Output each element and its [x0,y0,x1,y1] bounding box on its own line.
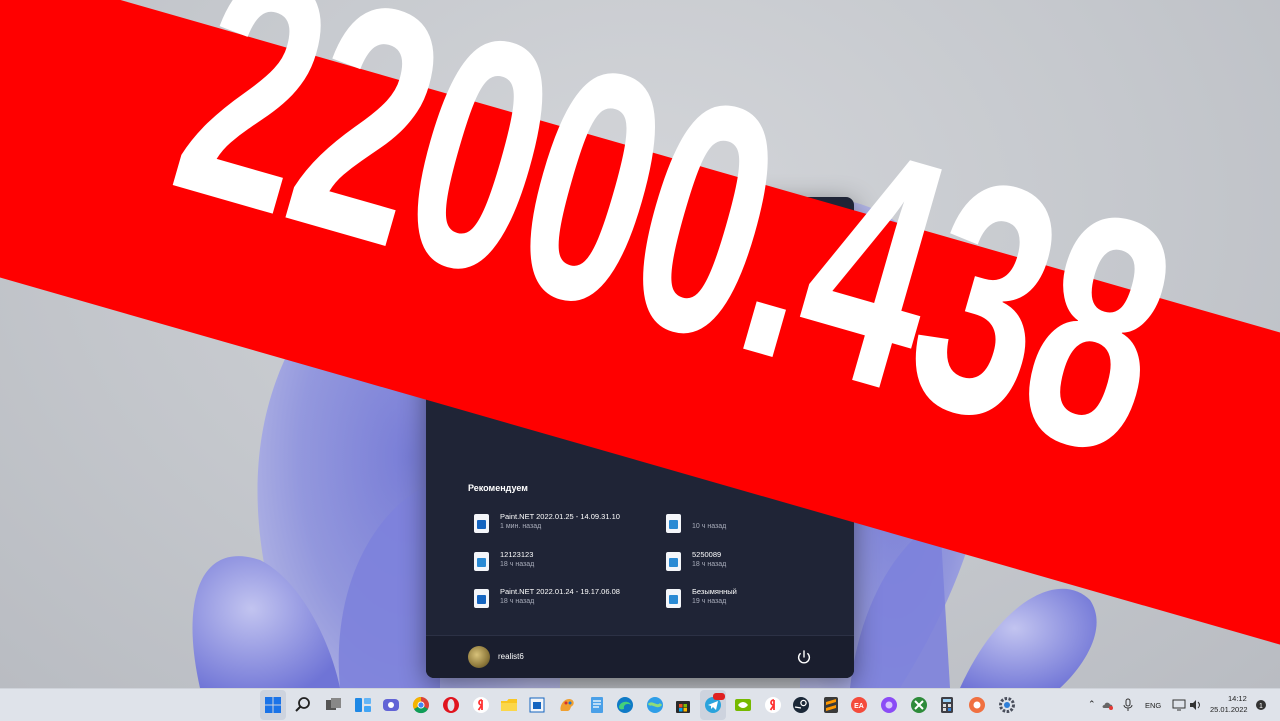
recommended-item-time: 10 ч назад [692,523,727,530]
svg-text:1: 1 [1259,703,1263,710]
clock-time[interactable]: 14:12 [1228,694,1247,703]
recommended-item-time: 18 ч назад [692,561,727,568]
taskbar: EA ⌃ ENG 14:12 25.01.2022 1 [0,688,1280,721]
nvidia-icon[interactable] [733,695,753,715]
recommended-item-time: 19 ч назад [692,598,727,605]
steam-icon[interactable] [791,695,811,715]
image-file-icon [666,552,681,571]
recommended-item-time: 1 мин. назад [500,523,542,530]
maps-icon[interactable] [645,695,665,715]
recommended-item-name: Paint.NET 2022.01.24 - 19.17.06.08 [500,587,620,596]
chevron-up-icon[interactable]: ⌃ [1088,699,1096,710]
recommended-item-name: 5250089 [692,550,722,559]
paint-net-icon[interactable] [527,695,547,715]
recommended-item[interactable]: 12123123 18 ч назад [470,549,650,577]
image-file-icon [666,589,681,608]
recommended-item-time: 18 ч назад [500,598,535,605]
telegram-badge [713,693,725,700]
recommended-item[interactable]: Paint.NET 2022.01.25 - 14.09.31.10 1 мин… [470,511,650,539]
volume-icon[interactable] [1188,698,1202,712]
start-menu-footer: realist6 [426,635,854,678]
sublime-icon[interactable] [821,695,841,715]
file-explorer-icon[interactable] [499,695,519,715]
recommended-title: Рекомендуем [468,483,528,493]
notepad-icon[interactable] [587,695,607,715]
paint-file-icon [474,589,489,608]
store-icon[interactable] [673,695,693,715]
search-icon[interactable] [293,695,313,715]
opera-icon[interactable] [441,695,461,715]
recommended-item[interactable]: 5250089 18 ч назад [662,549,842,577]
yandex-browser-icon[interactable] [763,695,783,715]
recommended-item-name: 12123123 [500,550,534,559]
recommended-item-name: Безымянный [692,587,737,596]
xbox-icon[interactable] [909,695,929,715]
microphone-icon[interactable] [1122,698,1134,712]
language-indicator[interactable]: ENG [1145,701,1161,710]
clock-date[interactable]: 25.01.2022 [1210,705,1248,714]
record-icon[interactable] [967,695,987,715]
chat-icon[interactable] [381,695,401,715]
recommended-item[interactable]: Безымянный 19 ч назад [662,586,842,614]
user-avatar[interactable] [468,646,490,668]
notification-icon[interactable]: 1 [1255,699,1267,711]
task-view-icon[interactable] [323,695,343,715]
start-icon[interactable] [263,695,283,715]
yandex-icon[interactable] [471,695,491,715]
ea-icon[interactable]: EA [849,695,869,715]
paint-icon[interactable] [557,695,577,715]
edge-icon[interactable] [615,695,635,715]
chrome-icon[interactable] [411,695,431,715]
calculator-icon[interactable] [937,695,957,715]
paint-file-icon [474,514,489,533]
recommended-item[interactable]: Paint.NET 2022.01.24 - 19.17.06.08 18 ч … [470,586,650,614]
recommended-item-name: Paint.NET 2022.01.25 - 14.09.31.10 [500,512,620,521]
power-icon[interactable] [794,648,814,668]
settings-icon[interactable] [997,695,1017,715]
alice-icon[interactable] [879,695,899,715]
recommended-item[interactable]: 10 ч назад [662,511,842,539]
widgets-icon[interactable] [353,695,373,715]
svg-text:EA: EA [854,703,864,710]
cloud-icon[interactable] [1102,699,1114,711]
user-name[interactable]: realist6 [498,652,524,661]
network-icon[interactable] [1172,698,1186,712]
image-file-icon [474,552,489,571]
image-file-icon [666,514,681,533]
recommended-item-time: 18 ч назад [500,561,535,568]
